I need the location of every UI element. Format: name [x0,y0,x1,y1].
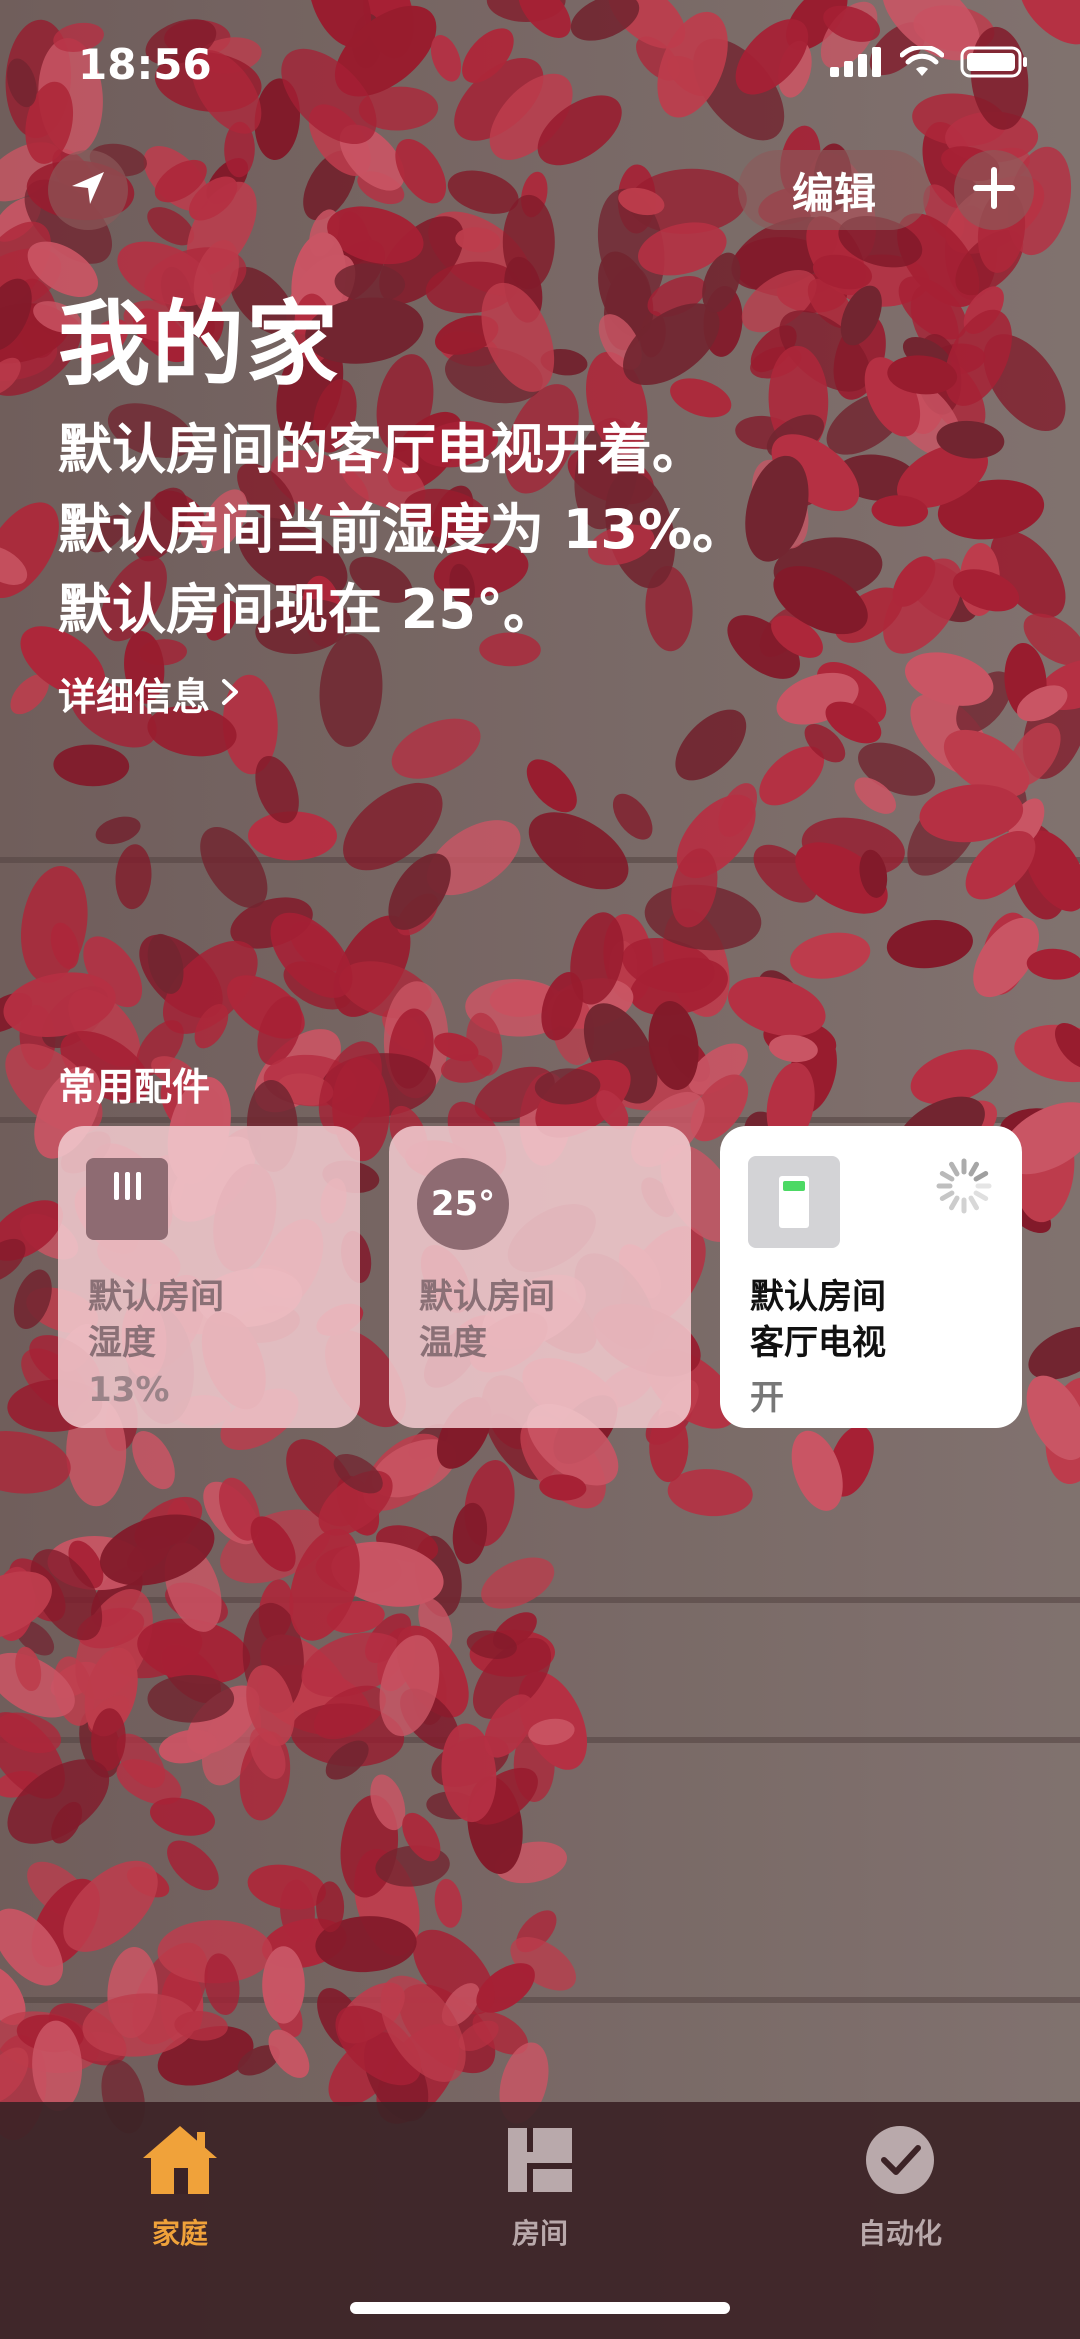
tab-automation[interactable]: 自动化 [800,2120,1000,2252]
chevron-right-icon [220,672,240,716]
add-button[interactable] [954,150,1034,230]
tile-state: 13% [88,1370,170,1410]
tab-label: 自动化 [857,2217,942,2250]
tile-room: 默认房间 [419,1277,555,1317]
tile-name: 默认房间 温度 [419,1274,555,1366]
clock-check-icon [800,2120,1000,2200]
home-summary: 默认房间的客厅电视开着。 默认房间当前湿度为 13%。 默认房间现在 25°。 [58,410,1018,650]
loading-spinner-icon [936,1158,992,1214]
tile-accessory-name: 湿度 [88,1323,156,1363]
accessory-tile-tv[interactable]: 默认房间 客厅电视 开 [720,1126,1022,1428]
humidity-sensor-icon [86,1158,168,1240]
home-indicator[interactable] [350,2302,730,2314]
cellular-signal-icon [830,47,884,77]
rooms-icon [440,2120,640,2200]
tile-room: 默认房间 [88,1277,224,1317]
battery-icon [960,46,1030,78]
tab-rooms[interactable]: 房间 [440,2120,640,2252]
status-bar: 18:56 [0,0,1080,130]
favorites-section-title: 常用配件 [58,1065,211,1109]
accessory-tile-temperature[interactable]: 25° 默认房间 温度 [389,1126,691,1428]
tab-label: 家庭 [151,2217,208,2250]
tile-room: 默认房间 [750,1277,886,1317]
status-time: 18:56 [78,40,212,89]
temperature-sensor-icon: 25° [417,1158,509,1250]
details-link[interactable]: 详细信息 [58,666,240,721]
house-icon [80,2120,280,2200]
switch-icon [748,1156,840,1248]
tile-accessory-name: 温度 [419,1323,487,1363]
edit-button[interactable]: 编辑 [738,150,930,230]
tile-state: 开 [750,1378,784,1418]
tab-label: 房间 [511,2217,568,2250]
tile-name: 默认房间 湿度 [88,1274,224,1366]
location-button[interactable] [48,150,128,230]
tile-name: 默认房间 客厅电视 [750,1274,886,1366]
details-label: 详细信息 [58,675,211,719]
status-icons [830,46,1030,78]
summary-line: 默认房间现在 25°。 [58,578,557,641]
accessory-tile-humidity[interactable]: 默认房间 湿度 13% [58,1126,360,1428]
summary-line: 默认房间的客厅电视开着。 [58,418,706,481]
summary-line: 默认房间当前湿度为 13%。 [58,498,747,561]
tile-accessory-name: 客厅电视 [750,1323,886,1363]
page-title: 我的家 [58,291,341,398]
tab-home[interactable]: 家庭 [80,2120,280,2252]
wifi-icon [900,46,944,78]
location-arrow-icon [68,168,108,212]
plus-icon [972,166,1016,214]
